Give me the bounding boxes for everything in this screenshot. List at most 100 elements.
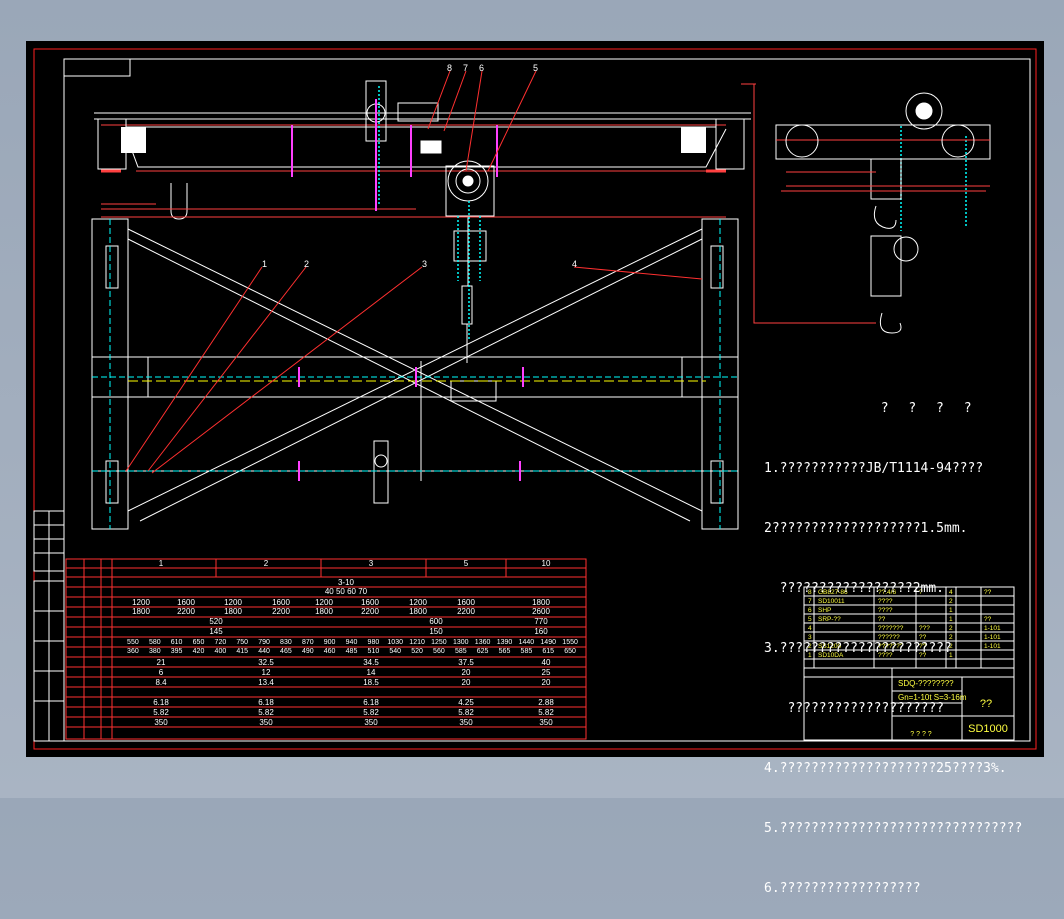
cell-j0: 6.18 [153, 698, 169, 707]
cell-l4: 350 [539, 718, 553, 727]
row-f-cell: 625 [477, 648, 489, 655]
range-span: 3-10 [338, 578, 355, 587]
side-view [775, 92, 991, 334]
cell-h4: 25 [542, 668, 551, 677]
row-e-cell: 720 [215, 639, 227, 646]
row-f-cell: 585 [521, 648, 533, 655]
note-2: 2???????????????????1.5mm. [764, 521, 968, 536]
cell-c0: 520 [209, 617, 223, 626]
cell-k1: 5.82 [258, 708, 274, 717]
cell-d3: 160 [534, 627, 548, 636]
cell-i0: 8.4 [155, 678, 167, 687]
row-e-cell: 550 [127, 639, 139, 646]
row-f-cell: 585 [455, 648, 467, 655]
cell-g1: 32.5 [258, 658, 274, 667]
cell-h1: 12 [262, 668, 271, 677]
note-1: 1.???????????JB/T1114-94???? [764, 461, 984, 476]
spec-row-f: 360 380 395 420 400 415 440 465 490 460 485 510 540 5… [127, 648, 576, 655]
cell-b0: 1800 [132, 607, 150, 616]
cell-k4: 5.82 [538, 708, 554, 717]
callout-4: 4 [572, 259, 577, 269]
row-f-cell: 420 [193, 648, 205, 655]
callout-8: 8 [447, 63, 452, 73]
note-5: 5.??????????????????????????????? [764, 821, 1023, 836]
row-e-cell: 610 [171, 639, 183, 646]
notes-title: ? ? ? ? [880, 401, 978, 416]
callout-3: 3 [422, 259, 427, 269]
cell-b8: 2600 [532, 607, 550, 616]
row-f-cell: 520 [411, 648, 423, 655]
cad-viewport[interactable]: 8 7 6 5 1 2 3 4 1 2 3 5 10 3-10 40 50 60… [26, 41, 1044, 896]
cell-g4: 40 [542, 658, 551, 667]
cell-b4: 1800 [315, 607, 333, 616]
row-e-cell: 1300 [453, 639, 469, 646]
row-e-cell: 1360 [475, 639, 491, 646]
cell-c2: 600 [429, 617, 443, 626]
note-4: 4.????????????????????25????3%. [764, 761, 1007, 776]
cell-l3: 350 [459, 718, 473, 727]
leader-line-2 [741, 83, 876, 324]
row-e-cell: 1250 [431, 639, 447, 646]
group-3: 3 [369, 559, 374, 568]
callout-labels: 8 7 6 5 1 2 3 4 [262, 63, 577, 269]
left-margin-table [33, 510, 65, 742]
row-f-cell: 415 [236, 648, 248, 655]
row-e-cell: 1030 [387, 639, 403, 646]
cell-i1: 13.4 [258, 678, 274, 687]
row-f-cell: 395 [171, 648, 183, 655]
cell-h0: 6 [159, 668, 164, 677]
cell-g2: 34.5 [363, 658, 379, 667]
cell-g3: 37.5 [458, 658, 474, 667]
chains [378, 86, 967, 341]
group-5: 5 [464, 559, 469, 568]
callout-2: 2 [304, 259, 309, 269]
cell-j3: 4.25 [458, 698, 474, 707]
cell-b5: 2200 [361, 607, 379, 616]
cell-h3: 20 [462, 668, 471, 677]
row-e-cell: 870 [302, 639, 314, 646]
callout-1: 1 [262, 259, 267, 269]
row-e-cell: 1440 [519, 639, 535, 646]
row-e-cell: 940 [346, 639, 358, 646]
row-f-cell: 510 [368, 648, 380, 655]
callout-7: 7 [463, 63, 468, 73]
cell-b3: 2200 [272, 607, 290, 616]
row-e-cell: 790 [258, 639, 270, 646]
cell-a2: 1200 [224, 598, 242, 607]
cell-d2: 150 [429, 627, 443, 636]
cell-a7: 1600 [457, 598, 475, 607]
row-f-cell: 380 [149, 648, 161, 655]
row-f-cell: 360 [127, 648, 139, 655]
cell-l2: 350 [364, 718, 378, 727]
group-1: 1 [159, 559, 164, 568]
cell-d0: 145 [209, 627, 223, 636]
note-3: 3.?????????????????????? [764, 641, 952, 656]
row-f-cell: 465 [280, 648, 292, 655]
cell-l0: 350 [154, 718, 168, 727]
cell-b1: 2200 [177, 607, 195, 616]
cell-c3: 770 [534, 617, 548, 626]
cell-k0: 5.82 [153, 708, 169, 717]
row-f-cell: 490 [302, 648, 314, 655]
note-2b: ?????????????????2mm. [764, 581, 945, 596]
cell-b2: 1800 [224, 607, 242, 616]
cell-a0: 1200 [132, 598, 150, 607]
cell-a6: 1200 [409, 598, 427, 607]
cell-b7: 2200 [457, 607, 475, 616]
row-e-cell: 900 [324, 639, 336, 646]
cell-i2: 18.5 [363, 678, 379, 687]
center-marks [291, 99, 498, 211]
row-f-cell: 400 [215, 648, 227, 655]
cell-j1: 6.18 [258, 698, 274, 707]
row-e-cell: 830 [280, 639, 292, 646]
cell-i3: 20 [462, 678, 471, 687]
crane-elevation [94, 80, 751, 363]
spec-row-e: 550 580 610 650 720 750 790 830 870 900 940 980 1030… [127, 639, 578, 646]
cell-l1: 350 [259, 718, 273, 727]
cell-g0: 21 [157, 658, 166, 667]
row-f-cell: 650 [564, 648, 576, 655]
row-f-cell: 460 [324, 648, 336, 655]
cell-a8: 1800 [532, 598, 550, 607]
row-e-cell: 750 [236, 639, 248, 646]
row-f-cell: 485 [346, 648, 358, 655]
